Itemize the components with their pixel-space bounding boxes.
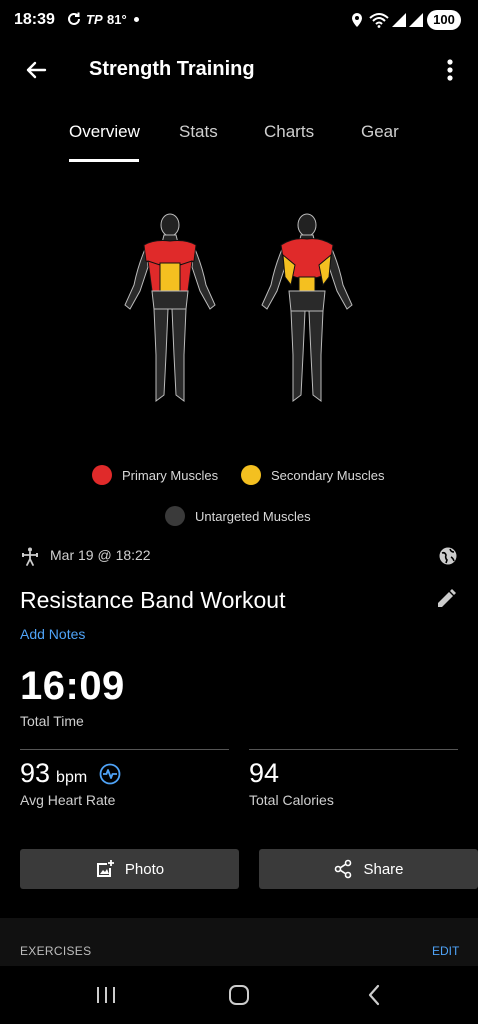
legend-untargeted-label: Untargeted Muscles [195, 508, 311, 524]
exercises-section-header: EXERCISES EDIT [0, 918, 478, 966]
system-back-button[interactable] [359, 980, 389, 1010]
status-time: 18:39 [14, 11, 55, 28]
avg-heart-rate-value: 93 bpm [20, 758, 87, 789]
secondary-muscles-dot-icon [241, 465, 261, 485]
share-button-label: Share [363, 860, 404, 878]
tab-gear[interactable]: Gear [361, 122, 399, 142]
legend-secondary-label: Secondary Muscles [271, 467, 385, 483]
avg-heart-rate-label: Avg Heart Rate [20, 792, 116, 808]
activity-title: Resistance Band Workout [20, 587, 286, 613]
avg-heart-rate-number: 93 [20, 758, 51, 788]
app-bar: Strength Training [0, 42, 478, 98]
back-button[interactable] [18, 52, 54, 88]
heart-rate-zone-icon[interactable] [99, 763, 121, 785]
total-time-value: 16:09 [20, 664, 125, 708]
globe-icon[interactable] [438, 546, 458, 566]
front-body-figure [124, 213, 216, 402]
tab-charts[interactable]: Charts [264, 122, 314, 142]
more-options-button[interactable] [436, 52, 464, 88]
more-vertical-icon [447, 59, 453, 81]
back-body-figure [261, 213, 353, 402]
untargeted-muscles-dot-icon [165, 506, 185, 526]
primary-muscles-dot-icon [92, 465, 112, 485]
arrow-left-icon [26, 61, 47, 79]
notification-dot-icon [134, 17, 139, 22]
signal-icon [392, 13, 406, 27]
strength-training-icon [22, 547, 38, 566]
system-nav-bar [0, 966, 478, 1024]
activity-date: Mar 19 @ 18:22 [50, 547, 151, 563]
total-calories-label: Total Calories [249, 792, 334, 808]
stats-divider [249, 749, 458, 750]
stats-divider [20, 749, 229, 750]
status-temperature: 81° [107, 12, 127, 27]
wifi-icon [369, 13, 389, 28]
sync-icon [68, 12, 80, 25]
total-calories-value: 94 [249, 758, 280, 788]
share-button[interactable]: Share [259, 849, 478, 889]
tab-stats[interactable]: Stats [179, 122, 218, 142]
muscle-map [124, 213, 353, 402]
recent-apps-icon [97, 987, 115, 1003]
tab-active-indicator [69, 159, 139, 162]
pencil-icon[interactable] [434, 587, 458, 611]
battery-indicator: 100 [427, 10, 461, 30]
status-bar: 18:39 TP 81° 100 [0, 0, 478, 42]
total-time-label: Total Time [20, 713, 84, 729]
share-icon [335, 859, 352, 879]
chevron-left-icon [368, 984, 380, 1006]
tab-overview[interactable]: Overview [69, 122, 140, 142]
page-title: Strength Training [89, 58, 255, 80]
activity-meta-row: Mar 19 @ 18:22 [20, 544, 460, 568]
legend-secondary: Secondary Muscles [241, 465, 384, 485]
signal-icon [409, 13, 423, 27]
add-photo-icon [96, 860, 114, 877]
exercises-label: EXERCISES [20, 944, 92, 958]
recent-apps-button[interactable] [91, 980, 121, 1010]
tab-bar: Overview Stats Charts Gear [0, 110, 478, 164]
legend-primary: Primary Muscles [92, 465, 218, 485]
avg-heart-rate-unit: bpm [56, 769, 88, 786]
home-button[interactable] [224, 980, 254, 1010]
photo-button-label: Photo [124, 860, 165, 878]
location-icon [352, 13, 362, 27]
add-photo-button[interactable]: Photo [20, 849, 239, 889]
add-notes-link[interactable]: Add Notes [20, 626, 85, 642]
home-icon [229, 985, 249, 1005]
exercises-edit-link[interactable]: EDIT [432, 944, 459, 958]
legend-primary-label: Primary Muscles [122, 467, 219, 483]
status-tp-label: TP [86, 12, 103, 27]
legend-untargeted: Untargeted Muscles [165, 506, 311, 526]
